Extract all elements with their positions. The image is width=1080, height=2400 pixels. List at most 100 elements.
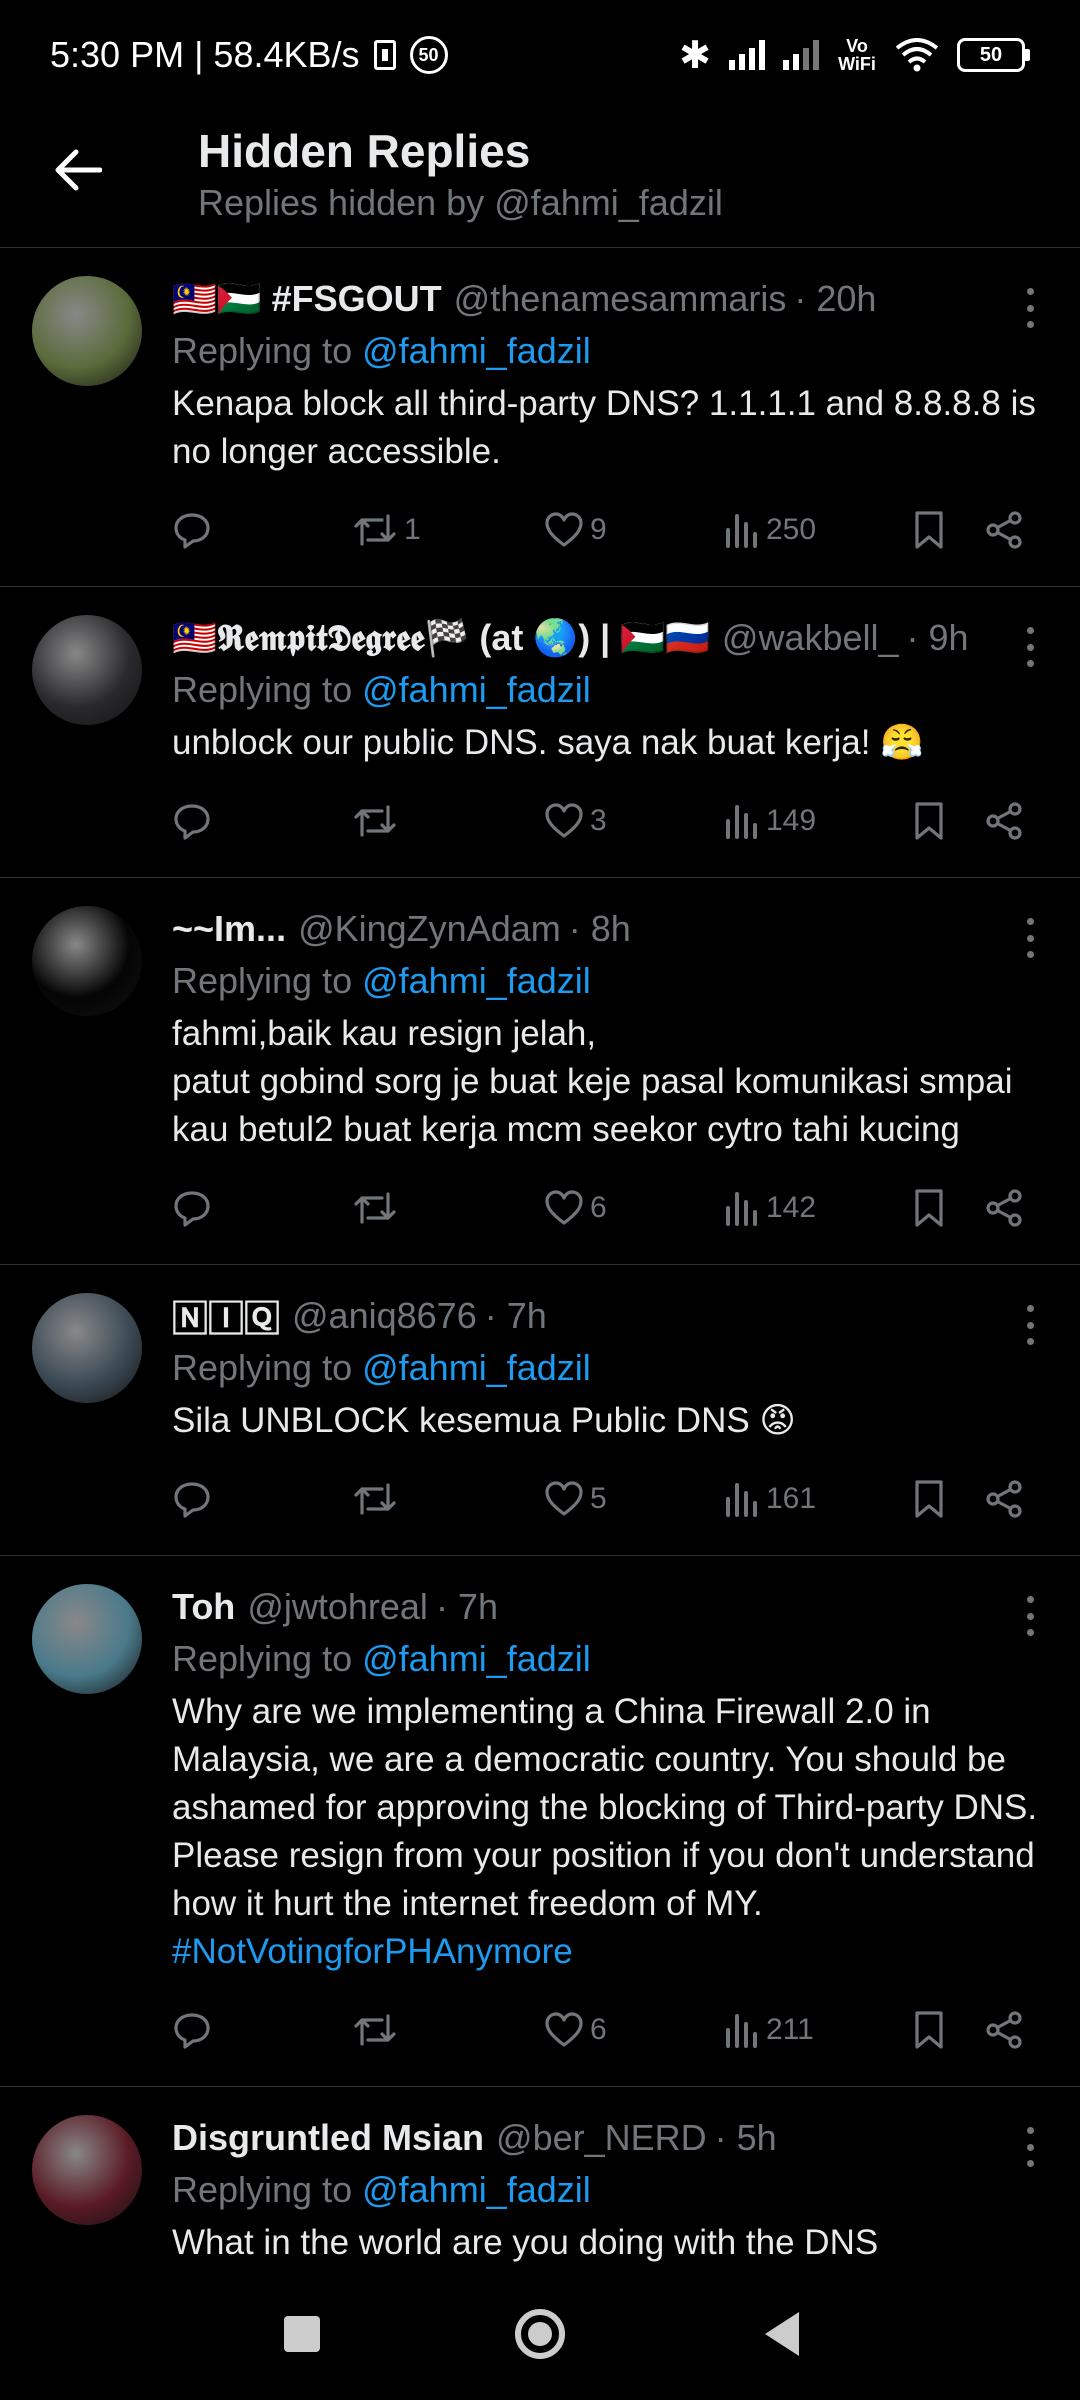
more-options-button[interactable] (1020, 627, 1040, 667)
display-name[interactable]: 🇲🇾𝕽𝖊𝖒𝖕𝖎𝖙𝕯𝖊𝖌𝖗𝖊𝖊🏁 (at 🌏) | 🇵🇸🇷🇺 (172, 617, 710, 660)
like-button[interactable]: 6 (544, 2010, 607, 2050)
views-button[interactable]: 161 (724, 1479, 816, 1519)
view-count: 149 (766, 804, 817, 837)
retweet-button[interactable] (352, 1479, 404, 1519)
user-handle[interactable]: @thenamesammaris (454, 278, 787, 320)
share-button[interactable] (984, 2010, 1024, 2050)
reply-tweet[interactable]: 🇲🇾🇵🇸 #FSGOUT @thenamesammaris · 20h Repl… (0, 248, 1080, 587)
reply-button[interactable] (172, 1188, 212, 1228)
status-time-speed: 5:30 PM | 58.4KB/s (50, 34, 360, 75)
mention-link[interactable]: @fahmi_fadzil (362, 2169, 591, 2210)
views-button[interactable]: 211 (724, 2010, 814, 2050)
replying-prefix: Replying to (172, 960, 363, 1001)
like-button[interactable]: 5 (544, 1479, 607, 1519)
mention-link[interactable]: @fahmi_fadzil (362, 1347, 591, 1388)
share-button[interactable] (984, 1479, 1024, 1519)
more-options-button[interactable] (1020, 288, 1040, 328)
avatar[interactable] (32, 276, 142, 386)
heart-icon (544, 2010, 584, 2050)
hashtag-link[interactable]: #NotVotingforPHAnymore (172, 1932, 573, 1971)
reply-tweet[interactable]: Toh @jwtohreal · 7h Replying to @fahmi_f… (0, 1556, 1080, 2087)
notification-badge: 50 (409, 36, 448, 74)
retweet-button[interactable] (352, 801, 404, 841)
user-handle[interactable]: @jwtohreal (247, 1586, 428, 1628)
comment-icon (172, 801, 212, 841)
view-count: 250 (766, 513, 817, 546)
views-button[interactable]: 149 (724, 801, 816, 841)
replying-prefix: Replying to (172, 1638, 363, 1679)
bluetooth-icon: ✱ (679, 34, 711, 77)
user-handle[interactable]: @aniq8676 (292, 1295, 477, 1337)
user-handle[interactable]: @wakbell_ (722, 617, 899, 659)
retweet-button[interactable]: 1 (352, 510, 421, 550)
retweet-icon (352, 801, 398, 841)
display-name[interactable]: Toh (172, 1586, 235, 1628)
more-options-button[interactable] (1020, 1596, 1040, 1636)
reply-button[interactable] (172, 2010, 212, 2050)
display-name[interactable]: ~~Im... (172, 908, 286, 950)
back-nav-button[interactable] (752, 2304, 812, 2364)
display-name[interactable]: 🄽🄸🅀 (172, 1291, 280, 1341)
bookmark-button[interactable] (912, 1479, 946, 1519)
replying-to: Replying to @fahmi_fadzil (172, 2165, 1040, 2215)
bookmark-button[interactable] (912, 801, 946, 841)
bookmark-button[interactable] (912, 2010, 946, 2050)
mention-link[interactable]: @fahmi_fadzil (362, 960, 591, 1001)
avatar[interactable] (32, 2115, 142, 2225)
tweet-header: Disgruntled Msian @ber_NERD · 5h (172, 2113, 1040, 2163)
user-handle[interactable]: @KingZynAdam (298, 908, 561, 950)
tweet-body: Why are we implementing a China Firewall… (172, 1692, 1038, 1923)
more-options-button[interactable] (1020, 918, 1040, 958)
view-count: 142 (766, 1191, 817, 1224)
comment-icon (172, 1188, 212, 1228)
reply-button[interactable] (172, 801, 212, 841)
more-options-button[interactable] (1020, 1305, 1040, 1345)
views-button[interactable]: 142 (724, 1188, 816, 1228)
page-subtitle: Replies hidden by @fahmi_fadzil (198, 182, 723, 223)
reply-button[interactable] (172, 510, 212, 550)
user-handle[interactable]: @ber_NERD (496, 2117, 707, 2159)
mention-link[interactable]: @fahmi_fadzil (362, 1638, 591, 1679)
mention-link[interactable]: @fahmi_fadzil (362, 669, 591, 710)
view-count: 211 (766, 2013, 814, 2046)
home-button[interactable] (510, 2304, 570, 2364)
recents-button[interactable] (272, 2304, 332, 2364)
tweet-body: fahmi,baik kau resign jelah, patut gobin… (172, 1014, 1013, 1149)
share-button[interactable] (984, 1188, 1024, 1228)
avatar[interactable] (32, 1584, 142, 1694)
mention-link[interactable]: @fahmi_fadzil (362, 330, 591, 371)
display-name[interactable]: 🇲🇾🇵🇸 #FSGOUT (172, 278, 442, 320)
page-title: Hidden Replies (198, 125, 531, 177)
retweet-button[interactable] (352, 1188, 404, 1228)
bookmark-button[interactable] (912, 1188, 946, 1228)
like-button[interactable]: 6 (544, 1188, 607, 1228)
arrow-left-icon (55, 149, 102, 191)
views-button[interactable]: 250 (724, 510, 816, 550)
timestamp: · 7h (435, 1586, 498, 1627)
tweet-text: unblock our public DNS. saya nak buat ke… (172, 719, 1040, 767)
display-name[interactable]: Disgruntled Msian (172, 2117, 484, 2159)
share-button[interactable] (984, 801, 1024, 841)
more-options-button[interactable] (1020, 2127, 1040, 2167)
reply-tweet[interactable]: 🄽🄸🅀 @aniq8676 · 7h Replying to @fahmi_fa… (0, 1265, 1080, 1556)
bar-chart-icon (724, 1479, 760, 1519)
comment-icon (172, 510, 212, 550)
share-button[interactable] (984, 510, 1024, 550)
avatar[interactable] (32, 906, 142, 1016)
comment-icon (172, 2010, 212, 2050)
avatar[interactable] (32, 1293, 142, 1403)
replying-prefix: Replying to (172, 1347, 363, 1388)
reply-tweet[interactable]: Disgruntled Msian @ber_NERD · 5h Replyin… (0, 2087, 1080, 2268)
replies-feed[interactable]: 🇲🇾🇵🇸 #FSGOUT @thenamesammaris · 20h Repl… (0, 248, 1080, 2268)
bookmark-button[interactable] (912, 510, 946, 550)
like-button[interactable]: 9 (544, 510, 607, 550)
avatar[interactable] (32, 615, 142, 725)
reply-button[interactable] (172, 1479, 212, 1519)
reply-tweet[interactable]: 🇲🇾𝕽𝖊𝖒𝖕𝖎𝖙𝕯𝖊𝖌𝖗𝖊𝖊🏁 (at 🌏) | 🇵🇸🇷🇺 @wakbell_ … (0, 587, 1080, 878)
back-button[interactable] (48, 140, 108, 200)
heart-icon (544, 1479, 584, 1519)
like-button[interactable]: 3 (544, 801, 607, 841)
reply-tweet[interactable]: ~~Im... @KingZynAdam · 8h Replying to @f… (0, 878, 1080, 1265)
retweet-button[interactable] (352, 2010, 404, 2050)
heart-icon (544, 801, 584, 841)
